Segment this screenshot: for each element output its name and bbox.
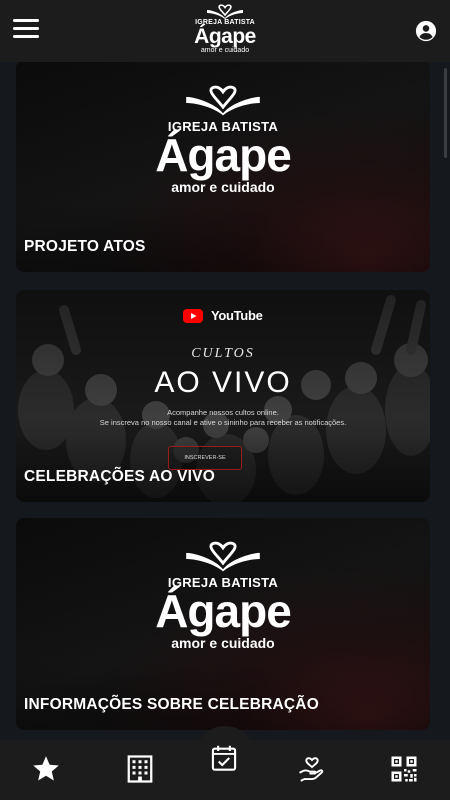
logo-tagline: amor e cuidado — [171, 179, 275, 195]
account-circle-icon[interactable] — [415, 20, 437, 42]
card-label: PROJETO ATOS — [24, 238, 146, 255]
card-projeto-atos[interactable]: IGREJA BATISTA Ágape amor e cuidado PROJ… — [16, 62, 430, 272]
star-icon[interactable] — [31, 754, 61, 784]
card-logo: IGREJA BATISTA Ágape amor e cuidado — [16, 84, 430, 196]
logo-name: Ágape — [155, 129, 292, 181]
app-header: IGREJA BATISTA Ágape amor e cuidado — [0, 0, 450, 62]
book-heart-icon — [186, 541, 260, 572]
logo-name: Ágape — [155, 585, 292, 637]
book-heart-icon — [186, 85, 260, 116]
subscribe-button[interactable]: INSCREVER-SE — [168, 446, 242, 470]
building-icon[interactable] — [125, 754, 155, 784]
live-description-line2: Se inscreva no nosso canal e ative o sin… — [99, 418, 347, 427]
book-heart-icon — [207, 4, 243, 19]
heart-hand-icon[interactable] — [297, 754, 327, 784]
scrollbar[interactable] — [444, 68, 447, 158]
ao-vivo-title: AO VIVO — [154, 366, 292, 399]
youtube-logo: YouTube — [16, 307, 430, 325]
youtube-text: YouTube — [210, 308, 263, 324]
calendar-check-icon[interactable] — [210, 744, 238, 772]
qr-code-icon[interactable] — [389, 754, 419, 784]
card-logo: IGREJA BATISTA Ágape amor e cuidado — [16, 540, 430, 652]
card-celebracoes-ao-vivo[interactable]: YouTube CULTOS AO VIVO Acompanhe nossos … — [16, 290, 430, 502]
header-logo[interactable]: IGREJA BATISTA Ágape amor e cuidado — [185, 4, 265, 60]
youtube-icon — [183, 308, 204, 323]
hamburger-menu-icon[interactable] — [13, 19, 39, 41]
bottom-navigation — [0, 726, 450, 800]
content-scroll-area[interactable]: IGREJA BATISTA Ágape amor e cuidado PROJ… — [0, 62, 450, 740]
logo-tagline: amor e cuidado — [171, 635, 275, 651]
live-description-line1: Acompanhe nossos cultos online. — [167, 408, 279, 417]
card-label: CELEBRAÇÕES AO VIVO — [24, 468, 215, 485]
cultos-text: CULTOS — [191, 346, 255, 361]
card-informacoes-sobre-celebracao[interactable]: IGREJA BATISTA Ágape amor e cuidado INFO… — [16, 518, 430, 730]
card-label: INFORMAÇÕES SOBRE CELEBRAÇÃO — [24, 696, 319, 713]
header-logo-tagline: amor e cuidado — [200, 47, 250, 54]
header-logo-name: Ágape — [194, 25, 256, 48]
